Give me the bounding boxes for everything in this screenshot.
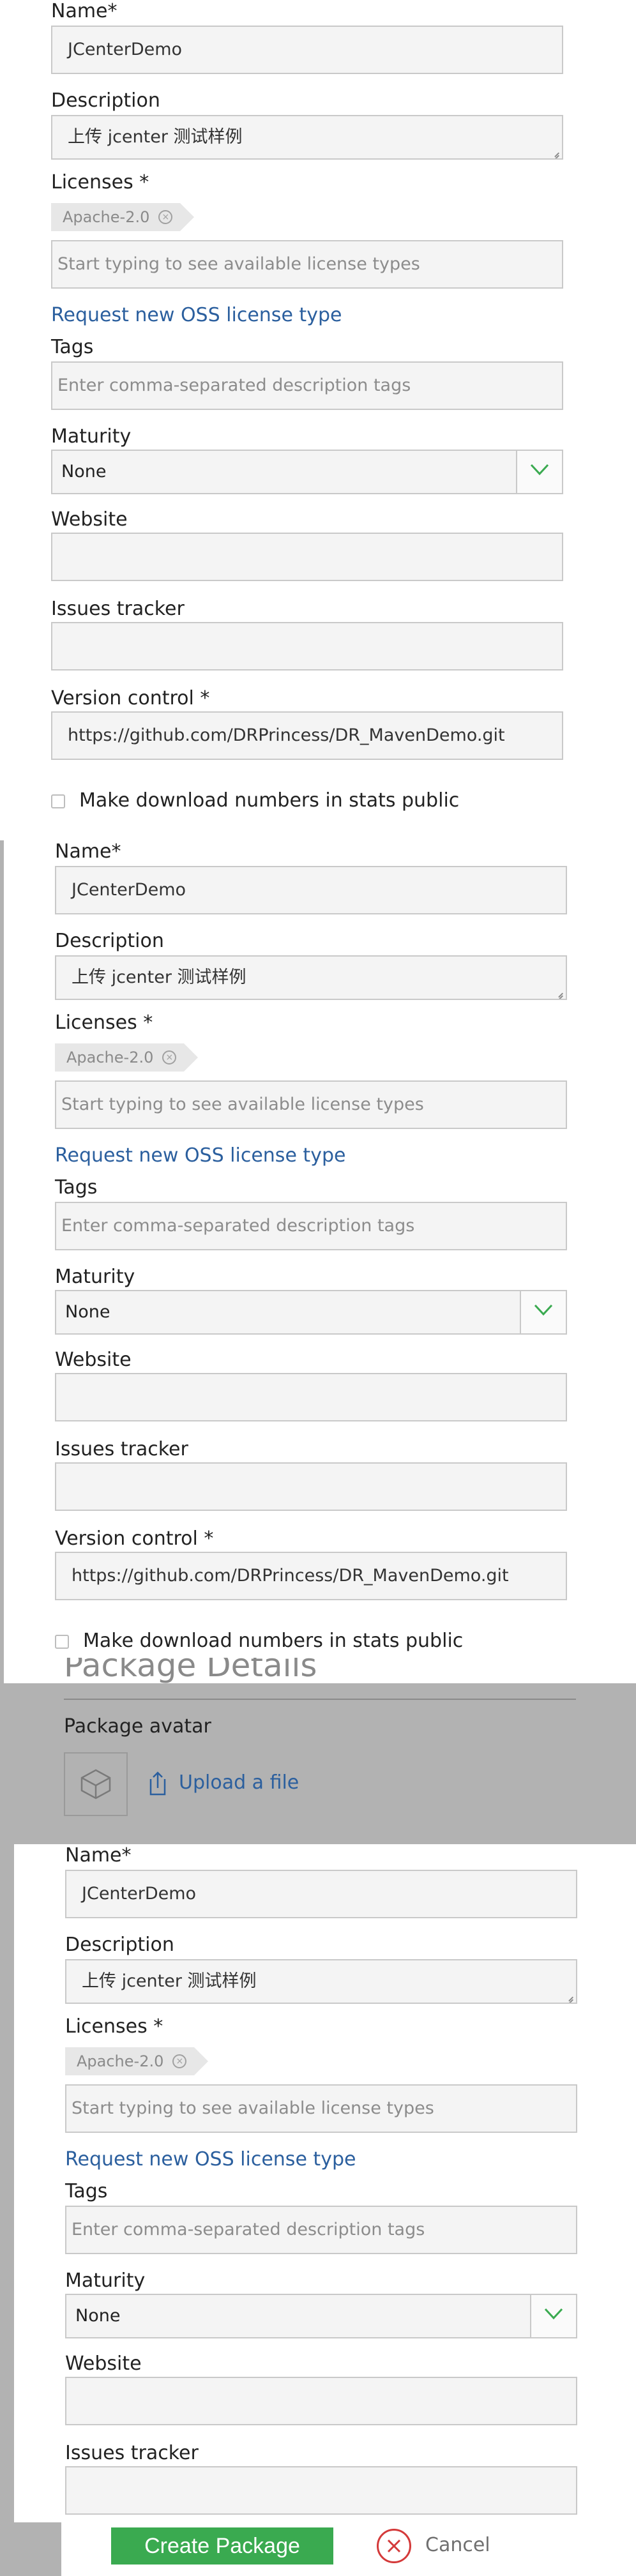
website-label: Website	[65, 2352, 142, 2375]
maturity-label: Maturity	[55, 1266, 135, 1288]
vcs-input[interactable]: https://github.com/DRPrincess/DR_MavenDe…	[51, 711, 563, 760]
tags-label: Tags	[55, 1176, 98, 1199]
description-text: 上传 jcenter 测试样例	[82, 1971, 257, 1991]
avatar-placeholder	[64, 1752, 128, 1816]
name-input[interactable]: JCenterDemo	[55, 866, 567, 914]
form-panel-3: Name* JCenterDemo Description 上传 jcenter…	[14, 1844, 636, 2522]
chevron-down-icon	[530, 464, 549, 476]
cancel-x-icon[interactable]	[377, 2529, 411, 2563]
license-search-input[interactable]: Start typing to see available license ty…	[55, 1080, 567, 1129]
tags-input[interactable]: Enter comma-separated description tags	[55, 1202, 567, 1250]
issues-input[interactable]	[55, 1462, 567, 1511]
request-license-link[interactable]: Request new OSS license type	[51, 304, 342, 327]
vcs-input[interactable]: https://github.com/DRPrincess/DR_MavenDe…	[55, 1552, 567, 1600]
license-tag-text: Apache-2.0	[66, 1049, 154, 1066]
name-label: Name*	[51, 0, 117, 22]
description-label: Description	[51, 89, 160, 112]
maturity-label: Maturity	[51, 425, 132, 448]
licenses-label: Licenses *	[55, 1011, 153, 1034]
website-input[interactable]	[55, 1373, 567, 1421]
tags-label: Tags	[65, 2180, 108, 2202]
action-bar: Create Package Cancel	[61, 2522, 636, 2576]
resize-grip-icon[interactable]	[554, 987, 563, 996]
create-package-button[interactable]: Create Package	[111, 2527, 333, 2565]
package-avatar-label: Package avatar	[64, 1715, 211, 1738]
website-input[interactable]	[51, 533, 563, 581]
licenses-label: Licenses *	[65, 2015, 163, 2038]
description-label: Description	[65, 1934, 174, 1956]
maturity-value: None	[65, 1302, 110, 1322]
description-textarea[interactable]: 上传 jcenter 测试样例	[65, 1959, 577, 2004]
issues-input[interactable]	[51, 622, 563, 671]
vcs-label: Version control *	[55, 1527, 214, 1550]
stats-public-label: Make download numbers in stats public	[83, 1630, 464, 1652]
remove-tag-icon[interactable]: ×	[172, 2054, 187, 2068]
maturity-select[interactable]: None	[51, 450, 563, 494]
name-label: Name*	[55, 840, 121, 863]
description-textarea[interactable]: 上传 jcenter 测试样例	[55, 955, 567, 1000]
website-label: Website	[51, 508, 128, 531]
vcs-label: Version control *	[51, 687, 210, 709]
name-input[interactable]: JCenterDemo	[51, 26, 563, 74]
maturity-dropdown-button[interactable]	[530, 2295, 576, 2337]
license-tag: Apache-2.0 ×	[51, 203, 195, 231]
cancel-button[interactable]: Cancel	[425, 2534, 490, 2557]
tags-label: Tags	[51, 336, 94, 358]
remove-tag-icon[interactable]: ×	[158, 210, 173, 224]
website-label: Website	[55, 1349, 132, 1371]
request-license-link[interactable]: Request new OSS license type	[55, 1144, 345, 1167]
chevron-down-icon	[534, 1304, 553, 1316]
website-input[interactable]	[65, 2377, 577, 2425]
issues-label: Issues tracker	[65, 2442, 199, 2464]
package-box-icon	[80, 1769, 111, 1799]
license-tag-text: Apache-2.0	[77, 2052, 164, 2070]
remove-tag-icon[interactable]: ×	[162, 1050, 177, 1064]
maturity-value: None	[75, 2306, 121, 2326]
license-tag: Apache-2.0 ×	[55, 1043, 199, 1072]
stats-public-checkbox[interactable]	[55, 1635, 69, 1649]
description-text: 上传 jcenter 测试样例	[72, 967, 246, 987]
request-license-link[interactable]: Request new OSS license type	[65, 2148, 356, 2171]
stats-public-checkbox[interactable]	[51, 794, 65, 808]
maturity-dropdown-button[interactable]	[520, 1291, 566, 1333]
name-label: Name*	[65, 1844, 132, 1867]
license-tag: Apache-2.0 ×	[65, 2047, 209, 2075]
form-panel-2: Name* JCenterDemo Description 上传 jcenter…	[4, 840, 636, 1683]
tags-input[interactable]: Enter comma-separated description tags	[51, 361, 563, 410]
section-divider	[64, 1699, 576, 1700]
description-label: Description	[55, 930, 164, 952]
stats-public-label: Make download numbers in stats public	[79, 789, 460, 812]
upload-file-link[interactable]: Upload a file	[179, 1771, 299, 1794]
maturity-select[interactable]: None	[65, 2294, 577, 2338]
upload-icon[interactable]	[147, 1770, 169, 1796]
issues-input[interactable]	[65, 2466, 577, 2515]
issues-label: Issues tracker	[51, 598, 185, 620]
tags-input[interactable]: Enter comma-separated description tags	[65, 2206, 577, 2254]
description-text: 上传 jcenter 测试样例	[68, 127, 243, 147]
chevron-down-icon	[544, 2308, 563, 2320]
maturity-select[interactable]: None	[55, 1290, 567, 1335]
license-search-input[interactable]: Start typing to see available license ty…	[65, 2084, 577, 2133]
package-details-heading: Package Details	[64, 1658, 317, 1683]
name-input[interactable]: JCenterDemo	[65, 1870, 577, 1918]
description-textarea[interactable]: 上传 jcenter 测试样例	[51, 115, 563, 160]
license-search-input[interactable]: Start typing to see available license ty…	[51, 240, 563, 289]
resize-grip-icon[interactable]	[564, 1991, 573, 2000]
maturity-value: None	[61, 462, 107, 481]
maturity-label: Maturity	[65, 2269, 146, 2292]
licenses-label: Licenses *	[51, 171, 149, 193]
package-details-clip: Package Details	[0, 1658, 636, 1683]
maturity-dropdown-button[interactable]	[516, 451, 562, 493]
resize-grip-icon[interactable]	[550, 147, 559, 156]
issues-label: Issues tracker	[55, 1438, 188, 1460]
license-tag-text: Apache-2.0	[63, 208, 150, 226]
form-panel-1: Name* JCenterDemo Description 上传 jcenter…	[0, 0, 636, 840]
